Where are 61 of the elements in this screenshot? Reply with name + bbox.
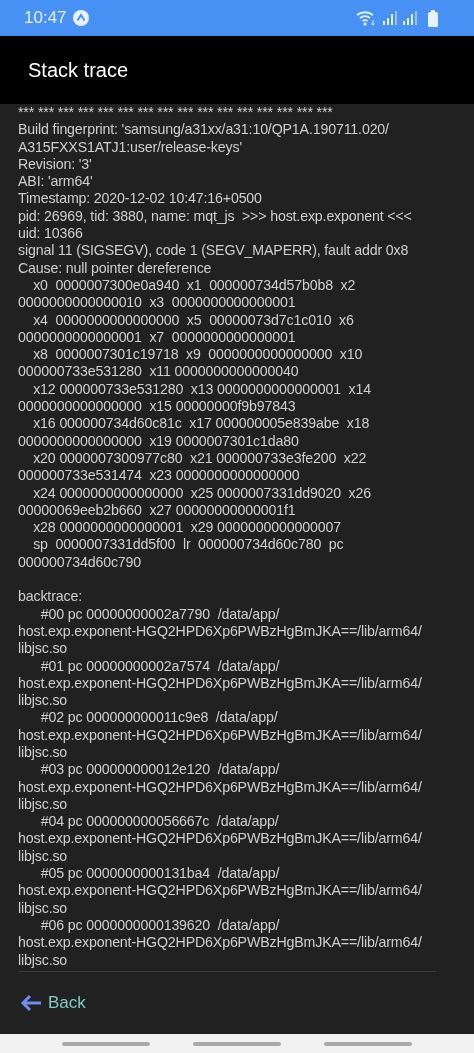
trace-line: host.exp.exponent-HGQ2HPD6Xp6PWBzHgBmJKA==/lib/arm64/ [18,622,422,641]
trace-line: libjsc.so [18,951,68,969]
trace-line: 00000069eeb2b660 x27 00000000000001f1 [18,501,296,520]
trace-line: 0000000000000010 x3 0000000000000001 [18,294,296,312]
nav-handle[interactable] [324,1041,413,1046]
trace-line: 000000734d60c790 [18,553,142,571]
screen-title: Stack trace [28,58,129,82]
back-arrow-icon [20,994,42,1012]
trace-line: libjsc.so [18,795,68,814]
trace-line: #04 pc 000000000056667c /data/app/ [39,813,279,831]
notification-icon [72,10,89,26]
trace-line: pid: 26969, tid: 3880, name: mqt_js >>> host.exp.exponent <<< [18,207,412,226]
trace-line: libjsc.so [18,899,68,917]
trace-line: Cause: null pointer dereference [18,259,212,277]
trace-line: Revision: '3' [18,155,92,174]
nav-handle[interactable] [61,1041,150,1046]
trace-line: Build fingerprint: 'samsung/a31xx/a31:10/QP1A.190711.020/ [18,121,389,139]
trace-line: x8 0000007301c19718 x9 0000000000000000 x10 [32,346,363,364]
trace-line: #01 pc 00000000002a7574 /data/app/ [39,657,280,675]
trace-line: x28 0000000000000001 x29 0000000000000007 [32,519,341,537]
trace-line: x20 0000007300977c80 x21 000000733e3fe200 x22 [32,449,367,468]
trace-line: libjsc.so [18,744,68,762]
trace-line: A315FXXS1ATJ1:user/release-keys' [18,138,242,156]
trace-line: #02 pc 000000000011c9e8 /data/app/ [39,709,278,727]
trace-line: Timestamp: 2020-12-02 10:47:16+0500 [18,190,262,208]
trace-line: 0000000000000000 x15 00000000f9b97843 [18,398,296,416]
trace-line: libjsc.so [18,847,68,866]
trace-line: sp 0000007331dd5f00 lr 000000734d60c780 pc [32,536,344,554]
trace-line: x16 000000734d60c81c x17 000000005e839abe x18 [32,415,370,433]
trace-line: #05 pc 0000000000131ba4 /data/app/ [39,865,280,883]
battery-icon [428,9,438,27]
trace-line: backtrace: [18,588,82,606]
trace-line: *** *** *** *** *** *** *** *** *** *** *** *** *** *** *** *** [18,104,333,122]
trace-line: host.exp.exponent-HGQ2HPD6Xp6PWBzHgBmJKA==/lib/arm64/ [18,778,422,796]
back-button[interactable]: Back [18,991,88,1015]
trace-line: host.exp.exponent-HGQ2HPD6Xp6PWBzHgBmJKA==/lib/arm64/ [18,882,422,900]
trace-line: libjsc.so [18,640,68,658]
trace-line: x4 0000000000000000 x5 00000073d7c1c010 x6 [32,311,354,329]
trace-line: host.exp.exponent-HGQ2HPD6Xp6PWBzHgBmJKA==/lib/arm64/ [18,726,422,744]
trace-line: #00 pc 00000000002a7790 /data/app/ [39,605,280,623]
trace-line: #06 pc 0000000000139620 /data/app/ [39,916,280,935]
trace-line: x24 0000000000000000 x25 0000007331dd9020 x26 [32,484,371,502]
signal-icon [382,11,398,25]
trace-line: host.exp.exponent-HGQ2HPD6Xp6PWBzHgBmJKA==/lib/arm64/ [18,830,422,848]
trace-line: 000000733e531474 x23 0000000000000000 [18,467,300,485]
trace-line: x0 0000007300e0a940 x1 000000734d57b0b8 x2 [32,276,356,295]
trace-line: signal 11 (SIGSEGV), code 1 (SEGV_MAPERR), fault addr 0x8 [18,242,409,260]
trace-line: uid: 10366 [18,225,83,243]
nav-handle[interactable] [193,1041,281,1046]
trace-line: libjsc.so [18,692,68,710]
trace-line: host.exp.exponent-HGQ2HPD6Xp6PWBzHgBmJKA==/lib/arm64/ [18,934,422,952]
trace-line: #03 pc 000000000012e120 /data/app/ [39,761,280,779]
trace-line: x12 000000733e531280 x13 0000000000000001 x14 [32,380,371,399]
trace-line: ABI: 'arm64' [18,173,93,191]
trace-line: host.exp.exponent-HGQ2HPD6Xp6PWBzHgBmJKA==/lib/arm64/ [18,674,422,693]
signal-icon [402,11,418,25]
trace-line: 0000000000000000 x19 0000007301c1da80 [18,432,299,450]
clock-time: 10:47 [24,8,67,28]
wifi-icon [356,10,376,26]
trace-line: 000000733e531280 x11 0000000000000040 [18,363,299,381]
trace-line: 0000000000000001 x7 0000000000000001 [18,328,296,347]
